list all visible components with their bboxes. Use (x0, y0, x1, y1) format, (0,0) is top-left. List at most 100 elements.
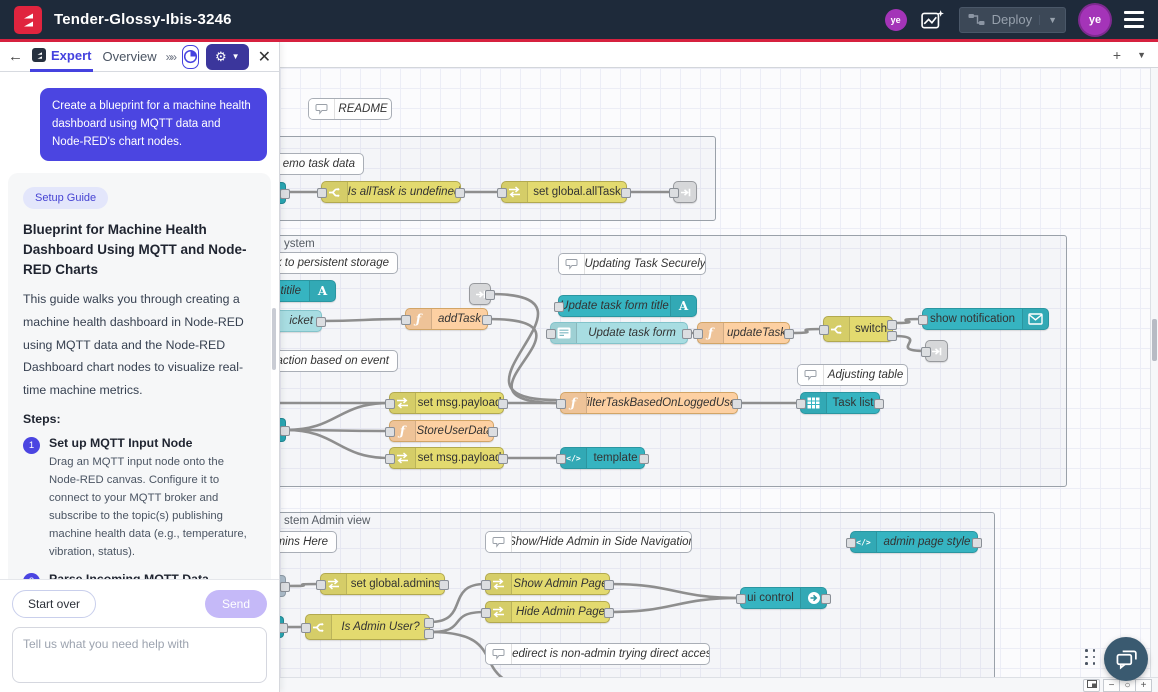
node-action-event-comment[interactable]: action based on event (280, 350, 398, 372)
settings-button[interactable]: ⚙▼ (206, 44, 249, 70)
workspace[interactable]: ystemstem Admin viewREADMEemo task dataI… (280, 68, 1150, 677)
node-show-notification[interactable]: show notification (922, 308, 1049, 330)
port-output[interactable] (439, 580, 449, 590)
port-input[interactable] (385, 399, 395, 409)
canvas-vertical-scrollbar[interactable] (1150, 68, 1158, 677)
port-output[interactable] (604, 580, 614, 590)
node-update-task[interactable]: ƒupdateTask (697, 322, 790, 344)
node-ui-control[interactable]: ui control (740, 587, 827, 609)
node-hide-admin-page[interactable]: Hide Admin Page (485, 601, 610, 623)
port-input[interactable] (481, 580, 491, 590)
port-input[interactable] (921, 347, 931, 357)
flowfuse-logo-icon[interactable] (14, 6, 42, 34)
node-save-task-comment[interactable]: sk to persistent storage (280, 252, 398, 274)
add-flow-icon[interactable]: + (1113, 47, 1121, 63)
usage-pie-button[interactable] (182, 45, 199, 69)
port-input[interactable] (497, 188, 507, 198)
node-set-msg-payload-1[interactable]: set msg.payload (389, 392, 504, 414)
port-input[interactable] (796, 399, 806, 409)
port-output[interactable] (280, 189, 290, 199)
node-demo-task-data-label[interactable]: emo task data (280, 153, 364, 175)
port-output[interactable] (874, 399, 884, 409)
port-output[interactable] (821, 594, 831, 604)
port-output[interactable] (604, 608, 614, 618)
node-show-hide-admin-comment[interactable]: Show/Hide Admin in Side Navigation (485, 531, 692, 553)
deploy-caret-icon[interactable]: ▼ (1039, 15, 1057, 25)
port-output[interactable] (280, 426, 290, 436)
node-is-alltask-undefined[interactable]: Is allTask is undefined (321, 181, 461, 203)
more-tabs-icon[interactable]: »» (166, 50, 175, 64)
port-output[interactable] (887, 331, 897, 341)
avatar-large[interactable]: ye (1080, 5, 1110, 35)
help-input[interactable] (12, 627, 267, 683)
back-arrow-icon[interactable]: ← (8, 48, 23, 65)
node-set-global-alltask[interactable]: set global.allTask (501, 181, 627, 203)
node-update-task-form-title[interactable]: Update task form titleA (558, 295, 697, 317)
navigator-button[interactable] (1083, 679, 1100, 692)
port-output[interactable] (498, 454, 508, 464)
node-link-in-admins[interactable] (280, 575, 286, 597)
port-input[interactable] (481, 608, 491, 618)
node-readme[interactable]: README (308, 98, 392, 120)
port-input[interactable] (556, 399, 566, 409)
node-admin-page-style[interactable]: </>admin page style (850, 531, 978, 553)
node-link-out-2[interactable] (469, 283, 491, 305)
port-input[interactable] (301, 623, 311, 633)
start-over-button[interactable]: Start over (12, 590, 96, 618)
node-set-msg-payload-2[interactable]: set msg.payload (389, 447, 504, 469)
node-add-task[interactable]: ƒaddTask (405, 308, 488, 330)
zoom-out-button[interactable]: − (1103, 679, 1120, 692)
node-admins-here-comment[interactable]: mins Here (280, 531, 337, 553)
port-output[interactable] (424, 618, 434, 628)
flow-list-caret-icon[interactable]: ▼ (1137, 50, 1146, 60)
zoom-in-button[interactable]: + (1135, 679, 1152, 692)
node-store-user-data[interactable]: ƒStoreUserData (389, 420, 494, 442)
port-input[interactable] (317, 188, 327, 198)
port-input[interactable] (918, 315, 928, 325)
chat-scroll-area[interactable]: Create a blueprint for a machine health … (0, 72, 279, 580)
port-output[interactable] (972, 538, 982, 548)
node-updating-task-securely[interactable]: Updating Task Securely (558, 253, 706, 275)
node-link-out-1[interactable] (673, 181, 697, 203)
group-demo-task-data[interactable] (280, 136, 716, 221)
port-input[interactable] (669, 188, 679, 198)
node-set-global-admins[interactable]: set global.admins (320, 573, 445, 595)
ai-assistant-icon[interactable] (921, 9, 945, 31)
node-ticket[interactable]: icket (280, 310, 322, 332)
port-output[interactable] (887, 320, 897, 330)
port-input[interactable] (385, 454, 395, 464)
scrollbar-thumb[interactable] (1152, 319, 1157, 361)
port-input[interactable] (401, 315, 411, 325)
port-output[interactable] (485, 290, 495, 300)
fab-drag-handle-icon[interactable] (1085, 649, 1098, 666)
node-link-in-tasks[interactable] (280, 418, 286, 442)
node-is-admin-user[interactable]: Is Admin User? (305, 614, 430, 640)
tab-overview[interactable]: Overview (100, 42, 158, 72)
node-adjusting-table-comment[interactable]: Adjusting table (797, 364, 908, 386)
port-output[interactable] (784, 329, 794, 339)
port-input[interactable] (556, 454, 566, 464)
deploy-button[interactable]: Deploy ▼ (959, 7, 1066, 33)
send-button[interactable]: Send (205, 590, 267, 618)
port-output[interactable] (639, 454, 649, 464)
port-input[interactable] (385, 427, 395, 437)
port-output[interactable] (316, 317, 326, 327)
port-input[interactable] (846, 538, 856, 548)
node-switch[interactable]: switch (823, 316, 893, 342)
avatar-small[interactable]: ye (885, 9, 907, 31)
main-menu-icon[interactable] (1124, 11, 1144, 28)
port-input[interactable] (736, 594, 746, 604)
tab-expert[interactable]: Expert (30, 42, 93, 72)
panel-scrollbar-thumb[interactable] (272, 308, 276, 370)
port-input[interactable] (316, 580, 326, 590)
port-output[interactable] (455, 188, 465, 198)
node-link-in-demo[interactable] (280, 182, 286, 204)
port-output[interactable] (280, 623, 288, 633)
port-output[interactable] (732, 399, 742, 409)
node-link-in-isadmin[interactable] (280, 616, 284, 638)
chat-fab-button[interactable] (1104, 637, 1148, 681)
port-input[interactable] (693, 329, 703, 339)
port-output[interactable] (482, 315, 492, 325)
node-filter-task[interactable]: ƒfilterTaskBasedOnLoggedUser (560, 392, 738, 414)
port-input[interactable] (546, 329, 556, 339)
